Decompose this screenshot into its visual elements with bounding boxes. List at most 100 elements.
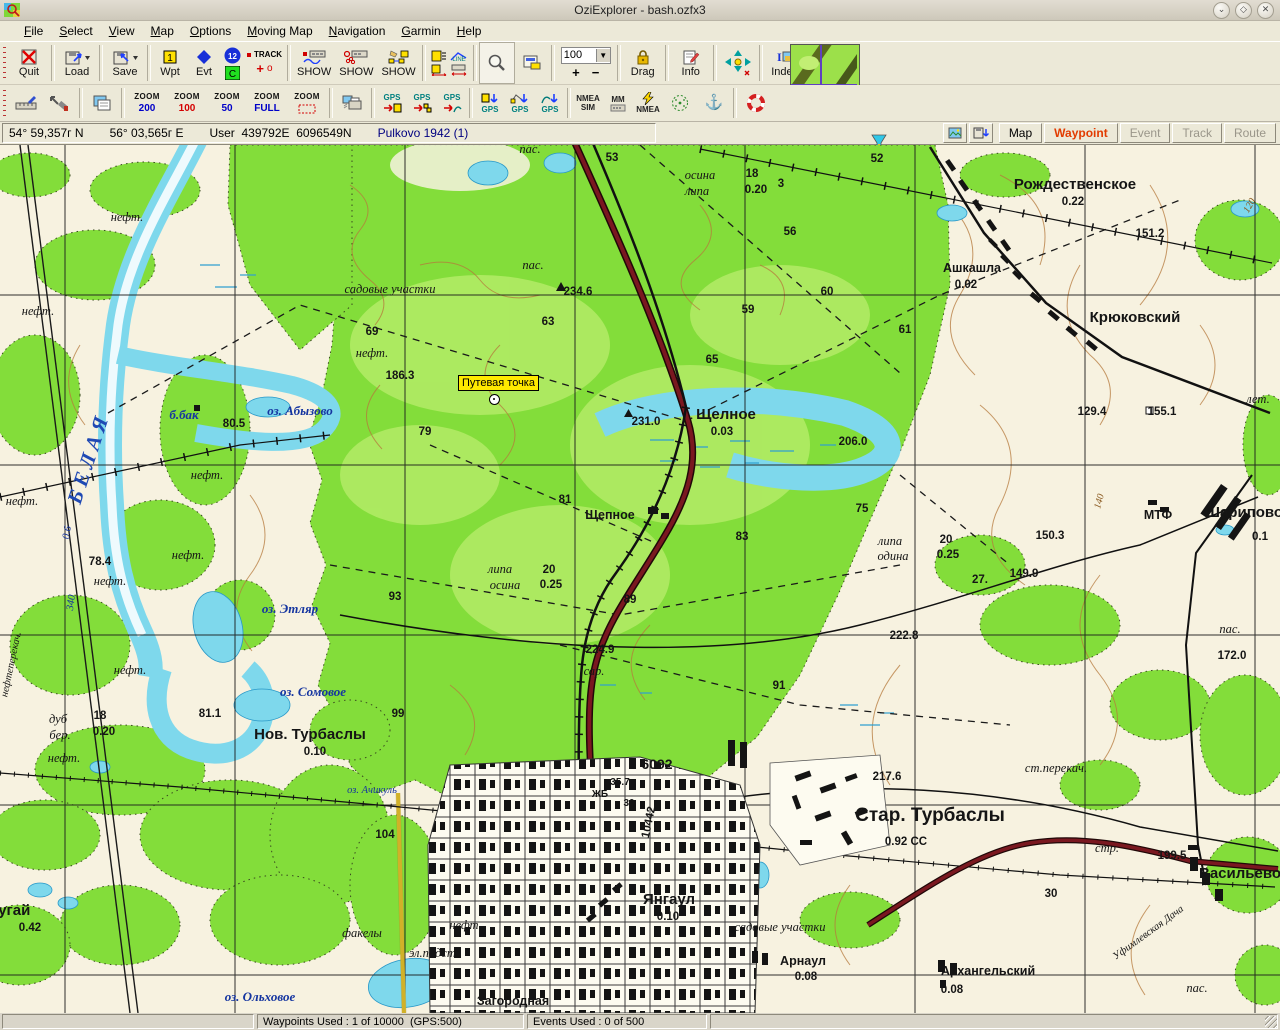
- map-label: 0.20: [93, 726, 115, 738]
- show-waypoints-button[interactable]: SHOW: [335, 42, 377, 84]
- map-label: Васильево: [1199, 865, 1280, 882]
- track-line-icon[interactable]: LINE: [450, 50, 468, 62]
- map-label: 18: [746, 168, 759, 180]
- map-label: 231.0: [632, 416, 661, 428]
- get-routes-gps-button[interactable]: GPS: [535, 85, 565, 121]
- zoom-100-button[interactable]: ZOOM 100: [167, 85, 207, 121]
- map-label: осина: [490, 578, 521, 592]
- map-label: 217.6: [873, 771, 902, 783]
- lightning-icon: [640, 92, 656, 105]
- zoom-dropdown-button[interactable]: ▼: [596, 49, 610, 62]
- menu-help[interactable]: Help: [449, 22, 490, 40]
- position-button[interactable]: [663, 85, 697, 121]
- zoom-50-button[interactable]: ZOOM 50: [207, 85, 247, 121]
- blank-map-button[interactable]: [85, 85, 119, 121]
- menu-navigation[interactable]: Navigation: [321, 22, 394, 40]
- save-position-button[interactable]: [969, 123, 993, 143]
- zoom-in-button[interactable]: +: [572, 65, 580, 80]
- topo-map[interactable]: пас.5352осиналипа180.203Рождественское0.…: [0, 145, 1280, 1013]
- anchor-button[interactable]: ⚓: [697, 85, 731, 121]
- map-label: нефт.: [356, 346, 388, 360]
- send-events-icon: [412, 102, 432, 114]
- track-point-button[interactable]: o: [267, 63, 273, 74]
- map-label: 0.08: [795, 971, 818, 983]
- list-buttons: LINE: [428, 42, 471, 84]
- map-label: одина: [877, 549, 908, 563]
- send-tracks-gps-button[interactable]: GPS: [437, 85, 467, 121]
- wpt-number-icon: 12: [224, 47, 241, 64]
- map-label: осина: [685, 168, 716, 182]
- tab-route[interactable]: Route: [1224, 123, 1276, 143]
- pan-button[interactable]: [719, 42, 757, 84]
- show-track-button[interactable]: SHOW: [293, 42, 335, 84]
- zoom-window-button[interactable]: ZOOM: [287, 85, 327, 121]
- zoom-level-input[interactable]: [562, 49, 596, 61]
- menu-select[interactable]: Select: [51, 22, 100, 40]
- show-routes-button[interactable]: SHOW: [377, 42, 419, 84]
- map-label: пас.: [1186, 981, 1207, 995]
- map-label: 0.1: [1252, 531, 1269, 543]
- pan-arrows-icon: [723, 54, 753, 72]
- magnify-button[interactable]: [479, 42, 515, 84]
- tab-waypoint[interactable]: Waypoint: [1044, 123, 1118, 143]
- status-panel-right: [710, 1014, 1278, 1029]
- load-button[interactable]: Load: [57, 42, 97, 84]
- track-range-icon[interactable]: [450, 64, 468, 76]
- map-label: нефт.: [48, 751, 80, 765]
- map-label: 0.20: [745, 184, 767, 196]
- zoom-full-button[interactable]: ZOOM FULL: [247, 85, 287, 121]
- map-label: Тугай: [0, 902, 30, 919]
- tools-button[interactable]: [43, 85, 77, 121]
- toolbar-grip[interactable]: [1, 45, 8, 81]
- send-waypoints-icon: [382, 102, 402, 114]
- map-label: дуб: [49, 712, 68, 726]
- menu-options[interactable]: Options: [182, 22, 239, 40]
- menu-map[interactable]: Map: [143, 22, 182, 40]
- print-button[interactable]: [335, 85, 369, 121]
- wpt-number-button[interactable]: 12: [224, 47, 241, 64]
- resize-grip[interactable]: [1265, 1016, 1277, 1028]
- map-label: 0.25: [540, 579, 563, 591]
- wpt-list-icon[interactable]: [431, 50, 447, 62]
- drag-button[interactable]: Drag: [623, 42, 663, 84]
- event-button[interactable]: Evt: [187, 42, 221, 84]
- zoom-200-button[interactable]: ZOOM 200: [127, 85, 167, 121]
- map-label: 56: [784, 226, 797, 238]
- menu-moving-map[interactable]: Moving Map: [239, 22, 320, 40]
- map-properties-button[interactable]: [515, 42, 549, 84]
- waypoint-button[interactable]: 1 Wpt: [153, 42, 187, 84]
- menu-file[interactable]: File: [16, 22, 51, 40]
- get-waypoints-gps-button[interactable]: GPS: [475, 85, 505, 121]
- wpt-range-icon[interactable]: [431, 64, 447, 76]
- menu-garmin[interactable]: Garmin: [393, 22, 448, 40]
- quit-button[interactable]: Quit: [9, 42, 49, 84]
- track-add-button[interactable]: +: [256, 61, 264, 76]
- nmea-sim-button[interactable]: NMEA SIM: [573, 85, 603, 121]
- mob-button[interactable]: [739, 85, 773, 121]
- anchor-icon: ⚓: [705, 94, 724, 112]
- waypoint-tooltip[interactable]: Путевая точка: [458, 375, 539, 391]
- ruler-button[interactable]: [9, 85, 43, 121]
- nmea-button[interactable]: NMEA: [633, 85, 663, 121]
- track-color-button[interactable]: C: [224, 66, 241, 80]
- tools-icon: [48, 94, 72, 112]
- tab-event[interactable]: Event: [1120, 123, 1171, 143]
- map-viewport[interactable]: пас.5352осиналипа180.203Рождественское0.…: [0, 145, 1280, 1013]
- image-icon: [948, 127, 962, 139]
- menu-view[interactable]: View: [101, 22, 143, 40]
- tab-map[interactable]: Map: [999, 123, 1042, 143]
- map-label: нефт.: [94, 574, 126, 588]
- map-label: садовые участки: [344, 282, 435, 296]
- send-waypoints-gps-button[interactable]: GPS: [377, 85, 407, 121]
- zoom-out-button[interactable]: −: [592, 65, 600, 80]
- map-label: 79: [419, 426, 432, 438]
- toolbar2-grip[interactable]: [1, 88, 8, 118]
- get-tracks-gps-button[interactable]: GPS: [505, 85, 535, 121]
- moving-map-button[interactable]: MM: [603, 85, 633, 121]
- save-button[interactable]: Save: [105, 42, 145, 84]
- send-events-gps-button[interactable]: GPS: [407, 85, 437, 121]
- waypoint-marker[interactable]: [489, 394, 500, 405]
- tab-track[interactable]: Track: [1172, 123, 1222, 143]
- screenshot-button[interactable]: [943, 123, 967, 143]
- info-button[interactable]: Info: [671, 42, 711, 84]
